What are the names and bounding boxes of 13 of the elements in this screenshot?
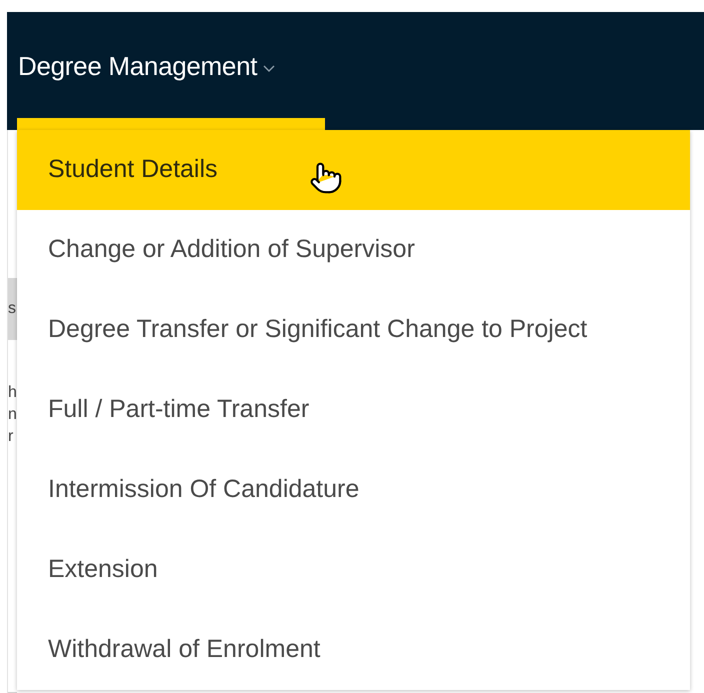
menu-item[interactable]: Withdrawal of Enrolment <box>17 610 690 690</box>
menu-item[interactable]: Student Details <box>17 130 690 210</box>
menu-item[interactable]: Degree Transfer or Significant Change to Project <box>17 290 690 370</box>
menu-item[interactable]: Extension <box>17 530 690 610</box>
menu-item[interactable]: Change or Addition of Supervisor <box>17 210 690 290</box>
chevron-icon <box>263 64 276 72</box>
tab-label: s <box>8 278 17 340</box>
menu-item[interactable]: Full / Part-time Transfer <box>17 370 690 450</box>
menu-button[interactable]: Degree Management <box>18 47 276 86</box>
menu-item[interactable]: Intermission Of Candidature <box>17 450 690 530</box>
text-line: h <box>8 383 17 403</box>
text-line: r <box>8 427 14 447</box>
text-line: n <box>8 405 17 425</box>
